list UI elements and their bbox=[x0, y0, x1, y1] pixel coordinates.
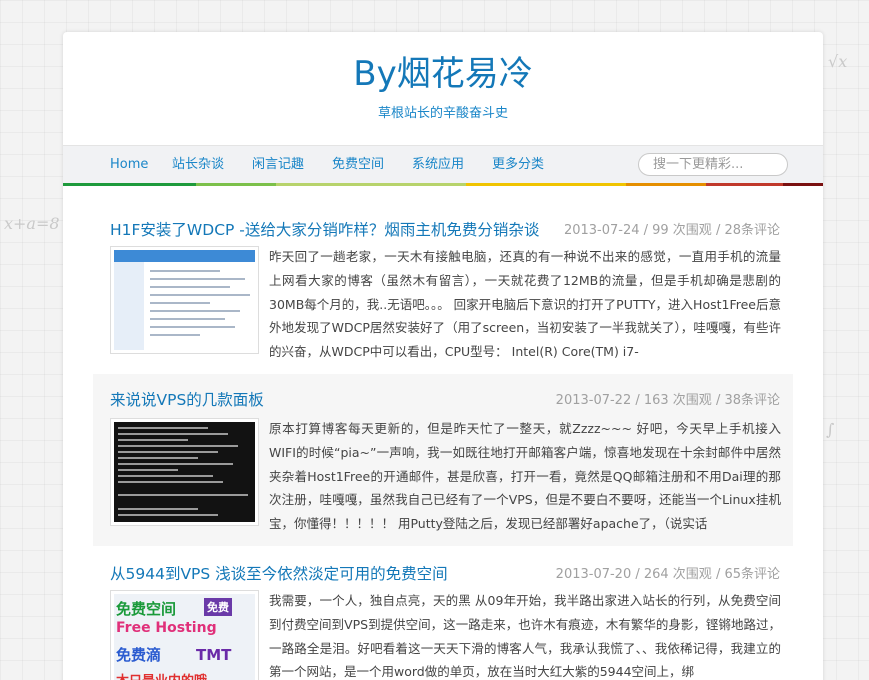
background-math-scribble: x+a=8 bbox=[4, 214, 60, 233]
free-hosting-image: 免费空间 免费 Free Hosting 免费滴 TMT 木只是业内的哦 bbox=[114, 594, 255, 680]
post-meta: 2013-07-20 / 264 次围观 / 65条评论 bbox=[555, 567, 780, 582]
post-item: 来说说VPS的几款面板 2013-07-22 / 163 次围观 / 38条评论 bbox=[93, 374, 793, 546]
terminal-image bbox=[114, 422, 255, 522]
nav-item-free-hosting[interactable]: 免费空间 bbox=[332, 146, 412, 184]
post-excerpt: 我需要，一个人，独自点亮，天的黑 从09年开始，我半路出家进入站长的行列，从免费… bbox=[269, 593, 781, 680]
post-title[interactable]: H1F安装了WDCP -送给大家分销咋样？烟雨主机免费分销杂谈 bbox=[110, 218, 539, 240]
post-thumbnail[interactable] bbox=[110, 246, 259, 354]
background-math-scribble: ∫ bbox=[826, 420, 835, 439]
post-title[interactable]: 从5944到VPS 浅谈至今依然淡定可用的免费空间 bbox=[110, 562, 448, 584]
post-meta: 2013-07-22 / 163 次围观 / 38条评论 bbox=[555, 393, 780, 408]
wdcp-panel-image bbox=[114, 250, 255, 350]
site-subtitle: 草根站长的辛酸奋斗史 bbox=[377, 106, 508, 121]
nav-menu: Home 站长杂谈 闲言记趣 免费空间 系统应用 更多分类 bbox=[110, 146, 572, 184]
post-excerpt: 昨天回了一趟老家，一天木有接触电脑，还真的有一种说不出来的感觉，一直用手机的流量… bbox=[269, 249, 781, 360]
nav-item-more-categories[interactable]: 更多分类 bbox=[492, 146, 572, 184]
color-segment bbox=[783, 183, 823, 186]
site-header: By烟花易冷 草根站长的辛酸奋斗史 bbox=[63, 32, 823, 145]
post-item: 从5944到VPS 浅谈至今依然淡定可用的免费空间 2013-07-20 / 2… bbox=[93, 548, 793, 680]
site-title[interactable]: By烟花易冷 bbox=[63, 32, 823, 96]
nav-item-home[interactable]: Home bbox=[110, 146, 172, 184]
color-segment bbox=[626, 183, 706, 186]
post-title[interactable]: 来说说VPS的几款面板 bbox=[110, 388, 264, 410]
nav-item-casual-notes[interactable]: 闲言记趣 bbox=[252, 146, 332, 184]
nav-item-webmaster-talk[interactable]: 站长杂谈 bbox=[172, 146, 252, 184]
search-input[interactable] bbox=[638, 153, 788, 176]
post-meta: 2013-07-24 / 99 次围观 / 28条评论 bbox=[563, 223, 780, 238]
page-container: By烟花易冷 草根站长的辛酸奋斗史 Home 站长杂谈 闲言记趣 免费空间 系统… bbox=[63, 32, 823, 680]
color-segment bbox=[706, 183, 783, 186]
post-excerpt: 原本打算博客每天更新的，但是昨天忙了一整天，就Zzzz~~~ 好吧，今天早上手机… bbox=[269, 421, 781, 532]
nav-item-system-apps[interactable]: 系统应用 bbox=[412, 146, 492, 184]
post-item: H1F安装了WDCP -送给大家分销咋样？烟雨主机免费分销杂谈 2013-07-… bbox=[93, 204, 793, 359]
background-math-scribble: √x bbox=[828, 52, 848, 71]
main-nav: Home 站长杂谈 闲言记趣 免费空间 系统应用 更多分类 bbox=[63, 145, 823, 183]
post-thumbnail[interactable] bbox=[110, 418, 259, 526]
post-thumbnail[interactable]: 免费空间 免费 Free Hosting 免费滴 TMT 木只是业内的哦 bbox=[110, 590, 259, 680]
